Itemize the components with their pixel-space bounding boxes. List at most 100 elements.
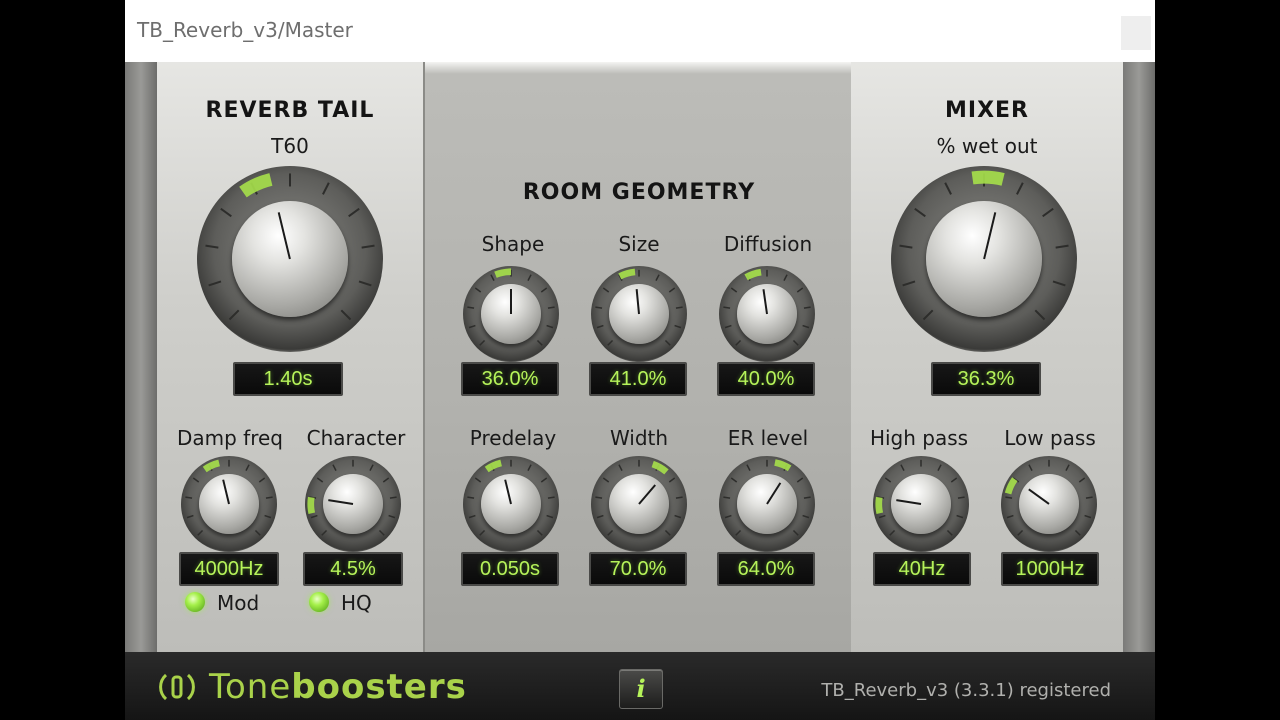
plugin-window: TB_Reverb_v3/Master REVERB TAIL T60 1.40…: [125, 0, 1155, 720]
knob-tick: [310, 514, 318, 519]
knob-tick: [1055, 244, 1069, 249]
predelay-display[interactable]: 0.050s: [461, 552, 559, 586]
width-display[interactable]: 70.0%: [589, 552, 687, 586]
mod-led[interactable]: [185, 592, 205, 612]
knob-tick: [358, 280, 372, 287]
width-knob[interactable]: [591, 456, 687, 552]
predelay-knob[interactable]: [463, 456, 559, 552]
knob-tick: [914, 207, 926, 218]
knob-tick: [668, 287, 676, 293]
sound-wave-icon: [159, 673, 195, 701]
knob-tick: [922, 309, 934, 321]
knob-tick: [674, 514, 682, 519]
knob-tick: [1028, 464, 1033, 471]
knob-tick: [1065, 464, 1070, 471]
knob-tick: [595, 496, 603, 499]
knob-tick: [322, 182, 330, 195]
knob-tick: [655, 274, 660, 281]
knob-pointer: [510, 289, 512, 314]
knob-tick: [937, 464, 942, 471]
high-pass-display[interactable]: 40Hz: [873, 552, 971, 586]
character-display[interactable]: 4.5%: [303, 552, 403, 586]
wet-out-knob[interactable]: [891, 166, 1077, 352]
knob-tick: [899, 244, 913, 249]
knob-tick: [1017, 529, 1024, 536]
knob-tick: [197, 529, 204, 536]
er-level-display[interactable]: 64.0%: [717, 552, 815, 586]
room-geometry-title: ROOM GEOMETRY: [522, 180, 756, 205]
knob-tick: [340, 309, 352, 321]
knob-tick: [796, 477, 804, 483]
shape-display[interactable]: 36.0%: [461, 362, 559, 396]
knob-tick: [258, 477, 266, 483]
knob-level-arc: [875, 496, 884, 514]
damp-freq-knob[interactable]: [181, 456, 277, 552]
hq-led[interactable]: [309, 592, 329, 612]
knob-level-arc: [484, 459, 503, 473]
knob-tick: [675, 496, 683, 499]
knob-tick: [1052, 280, 1066, 287]
knob-tick: [192, 477, 200, 483]
info-button[interactable]: i: [619, 669, 663, 709]
hq-label: HQ: [341, 591, 372, 615]
knob-tick: [664, 529, 671, 536]
wet-out-display[interactable]: 36.3%: [931, 362, 1041, 396]
knob-tick: [878, 514, 886, 519]
brand-name: Toneboosters: [209, 667, 467, 707]
low-pass-display[interactable]: 1000Hz: [1001, 552, 1099, 586]
knob-tick: [724, 514, 732, 519]
diffusion-knob[interactable]: [719, 266, 815, 362]
high-pass-knob[interactable]: [873, 456, 969, 552]
knob-tick: [540, 287, 548, 293]
t60-knob[interactable]: [197, 166, 383, 352]
knob-tick: [382, 477, 390, 483]
knob-tick: [547, 496, 555, 499]
knob-level-arc: [971, 170, 1005, 186]
knob-tick: [902, 280, 916, 287]
low-pass-label: Low pass: [1004, 426, 1096, 450]
title-bar: TB_Reverb_v3/Master: [125, 0, 1155, 62]
version-text: TB_Reverb_v3 (3.3.1) registered: [821, 680, 1111, 701]
knob-tick: [950, 477, 958, 483]
knob-tick: [792, 529, 799, 536]
knob-tick: [724, 324, 732, 329]
reverb-tail-title: REVERB TAIL: [205, 98, 375, 123]
knob-tick: [479, 529, 486, 536]
knob-tick: [468, 324, 476, 329]
knob-tick: [185, 496, 193, 499]
knob-tick: [618, 464, 623, 471]
width-label: Width: [609, 426, 669, 450]
knob-tick: [467, 306, 475, 309]
size-display[interactable]: 41.0%: [589, 362, 687, 396]
t60-display[interactable]: 1.40s: [233, 362, 343, 396]
knob-tick: [723, 496, 731, 499]
diffusion-display[interactable]: 40.0%: [717, 362, 815, 396]
character-knob[interactable]: [305, 456, 401, 552]
knob-tick: [332, 464, 337, 471]
knob-tick: [1016, 182, 1024, 195]
right-rail: [1123, 62, 1155, 652]
reverb-tail-panel: REVERB TAIL T60 1.40s Damp freq 4000Hz C…: [157, 62, 423, 652]
knob-tick: [735, 529, 742, 536]
knob-tick: [536, 339, 543, 346]
knob-level-arc: [774, 459, 792, 472]
window-control-button[interactable]: [1121, 16, 1151, 50]
shape-knob[interactable]: [463, 266, 559, 362]
knob-tick: [607, 339, 614, 346]
knob-tick: [1074, 529, 1081, 536]
knob-tick: [674, 324, 682, 329]
size-knob[interactable]: [591, 266, 687, 362]
knob-tick: [547, 306, 555, 309]
low-pass-knob[interactable]: [1001, 456, 1097, 552]
knob-tick: [254, 529, 261, 536]
knob-tick: [540, 477, 548, 483]
knob-tick: [668, 477, 676, 483]
knob-tick: [1084, 514, 1092, 519]
knob-tick: [474, 477, 482, 483]
er-level-knob[interactable]: [719, 456, 815, 552]
damp-freq-display[interactable]: 4000Hz: [179, 552, 279, 586]
knob-tick: [1085, 496, 1093, 499]
wet-out-label: % wet out: [936, 134, 1038, 158]
knob-tick: [208, 280, 222, 287]
knob-tick: [536, 529, 543, 536]
